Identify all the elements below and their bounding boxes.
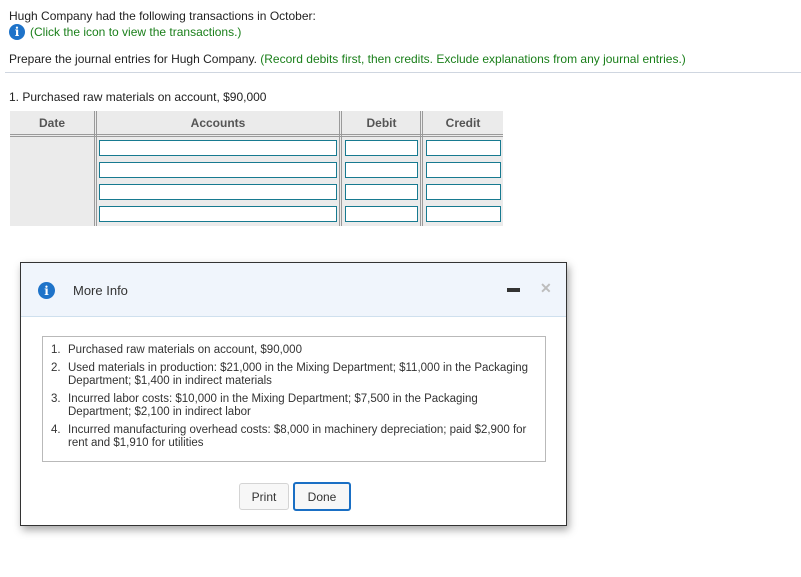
item-number: 4.	[51, 424, 61, 436]
list-item: 1. Purchased raw materials on account, $…	[51, 344, 537, 357]
account-input[interactable]	[99, 162, 337, 178]
list-item: 4. Incurred manufacturing overhead costs…	[51, 424, 537, 450]
debit-input[interactable]	[345, 206, 418, 222]
column-divider	[422, 111, 423, 226]
credit-input[interactable]	[426, 140, 501, 156]
header-divider	[10, 136, 503, 137]
instructions: Prepare the journal entries for Hugh Com…	[9, 52, 686, 66]
credit-input[interactable]	[426, 184, 501, 200]
credit-input[interactable]	[426, 162, 501, 178]
item-number: 1.	[51, 344, 61, 356]
journal-table: Date Accounts Debit Credit	[10, 111, 503, 226]
item-text: Used materials in production: $21,000 in…	[68, 362, 529, 387]
column-divider	[339, 111, 340, 226]
column-divider	[420, 111, 421, 226]
modal-title: More Info	[73, 283, 128, 298]
item-text: Incurred labor costs: $10,000 in the Mix…	[68, 393, 478, 418]
column-divider	[341, 111, 342, 226]
header-divider	[10, 134, 503, 135]
hint-text: (Click the icon to view the transactions…	[30, 25, 242, 39]
credit-input[interactable]	[426, 206, 501, 222]
minimize-icon[interactable]	[507, 288, 520, 292]
close-icon[interactable]: ✕	[540, 280, 552, 297]
column-header-accounts: Accounts	[190, 115, 246, 130]
item-number: 2.	[51, 362, 61, 374]
transactions-list: 1. Purchased raw materials on account, $…	[51, 344, 537, 450]
print-button[interactable]: Print	[239, 483, 289, 510]
list-item: 3. Incurred labor costs: $10,000 in the …	[51, 393, 537, 419]
account-input[interactable]	[99, 206, 337, 222]
transaction-title: 1. Purchased raw materials on account, $…	[9, 90, 267, 104]
info-icon[interactable]: i	[9, 24, 25, 40]
info-icon: i	[38, 282, 55, 299]
debit-input[interactable]	[345, 184, 418, 200]
debit-input[interactable]	[345, 162, 418, 178]
transactions-list-box: 1. Purchased raw materials on account, $…	[42, 336, 546, 462]
column-divider	[96, 111, 97, 226]
debit-input[interactable]	[345, 140, 418, 156]
transactions-hint: i (Click the icon to view the transactio…	[9, 24, 241, 40]
done-button[interactable]: Done	[293, 482, 351, 511]
column-header-debit: Debit	[366, 115, 397, 130]
divider	[5, 72, 801, 73]
account-input[interactable]	[99, 140, 337, 156]
column-divider	[94, 111, 95, 226]
column-header-date: Date	[38, 115, 65, 130]
item-text: Purchased raw materials on account, $90,…	[68, 344, 302, 356]
item-text: Incurred manufacturing overhead costs: $…	[68, 424, 527, 449]
list-item: 2. Used materials in production: $21,000…	[51, 362, 537, 388]
item-number: 3.	[51, 393, 61, 405]
modal-header[interactable]: i More Info ✕	[21, 263, 566, 317]
instructions-text: Prepare the journal entries for Hugh Com…	[9, 52, 257, 66]
more-info-modal: i More Info ✕ 1. Purchased raw materials…	[20, 262, 567, 526]
account-input[interactable]	[99, 184, 337, 200]
intro-text: Hugh Company had the following transacti…	[9, 9, 316, 23]
column-header-credit: Credit	[445, 115, 481, 130]
instructions-note: (Record debits first, then credits. Excl…	[260, 52, 686, 66]
